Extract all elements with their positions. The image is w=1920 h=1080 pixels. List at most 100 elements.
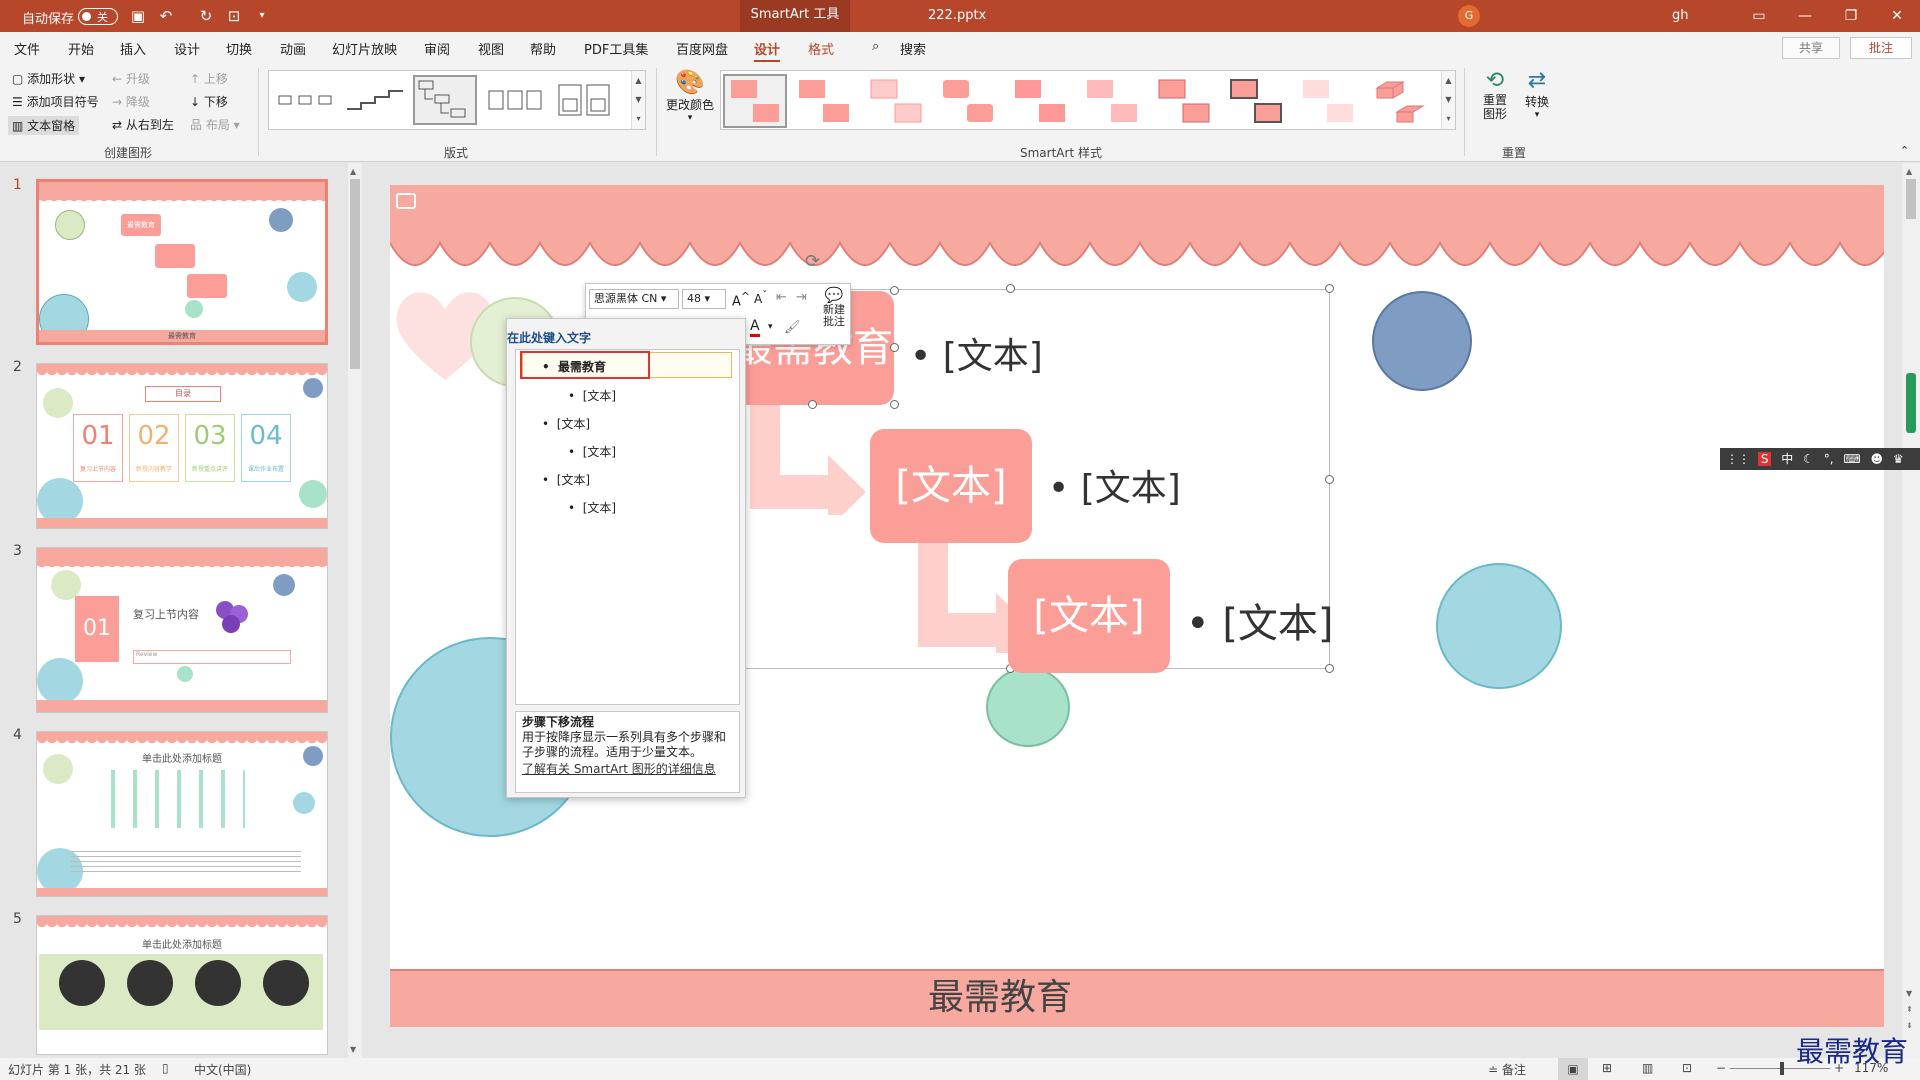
language-indicator[interactable]: 中文(中国) xyxy=(194,1061,251,1078)
style-thumb-10[interactable] xyxy=(1369,74,1433,128)
smartart-bullet-1[interactable]: • [文本] xyxy=(910,327,1043,379)
add-bullet-button[interactable]: ☰ 添加项目符号 xyxy=(12,93,99,110)
convert-button[interactable]: ⇄ 转换 ▾ xyxy=(1520,68,1554,120)
search-icon[interactable]: ⌕ xyxy=(872,39,879,54)
resize-handle[interactable] xyxy=(1325,475,1334,484)
text-pane-line[interactable]: • 最需教育 xyxy=(542,358,606,375)
sogou-icon[interactable]: S xyxy=(1757,452,1772,466)
smartart-text-pane[interactable]: 在此处键入文字 • 最需教育 • [文本] • [文本] • [文本] • [文… xyxy=(506,318,746,798)
wrench-icon[interactable]: ✎ xyxy=(1726,474,1736,488)
layout-button[interactable]: 品 布局 ▾ xyxy=(190,116,240,133)
thumbnail-scrollbar[interactable]: ▲ ▼ xyxy=(348,163,362,1058)
add-shape-button[interactable]: ▢ 添加形状 ▾ xyxy=(12,70,85,87)
text-pane-line[interactable]: • [文本] xyxy=(568,387,616,404)
tab-smartart-format[interactable]: 格式 xyxy=(808,39,834,58)
smartart-bullet-3[interactable]: • [文本] xyxy=(1186,591,1334,649)
share-button[interactable]: 共享 xyxy=(1782,37,1840,59)
minimize-icon[interactable]: — xyxy=(1782,4,1828,28)
change-colors-button[interactable]: 🎨 更改颜色 ▾ xyxy=(666,68,714,123)
tab-pdf-tools[interactable]: PDF工具集 xyxy=(584,39,648,58)
user-icon[interactable]: ☻ xyxy=(1871,452,1884,466)
keyboard-icon[interactable]: ⌨ xyxy=(1843,452,1860,466)
slideshow-icon[interactable]: ⊡ xyxy=(1682,1061,1692,1075)
slide-sorter-icon[interactable]: ⊞ xyxy=(1602,1061,1612,1075)
style-thumb-4[interactable] xyxy=(937,74,1001,128)
tab-review[interactable]: 审阅 xyxy=(424,39,450,58)
tab-slideshow[interactable]: 幻灯片放映 xyxy=(332,39,397,58)
present-icon[interactable]: ⊡ xyxy=(224,6,244,26)
style-thumb-3[interactable] xyxy=(865,74,929,128)
comments-button[interactable]: 批注 xyxy=(1850,37,1912,59)
smartart-box-2[interactable]: [文本] xyxy=(870,429,1032,543)
tab-animations[interactable]: 动画 xyxy=(280,39,306,58)
text-pane-editor[interactable]: • 最需教育 • [文本] • [文本] • [文本] • [文本] • [文本… xyxy=(515,349,740,705)
undo-icon[interactable]: ↶ xyxy=(156,6,176,26)
format-painter-icon[interactable]: 🖌 xyxy=(784,320,801,335)
slide-thumb-3[interactable]: 01 复习上节内容 Review xyxy=(36,547,328,713)
new-comment-button[interactable]: 💬 新建 批注 xyxy=(818,286,850,328)
slide-thumb-2[interactable]: 目录 01 02 03 04 复习上节内容 新授内容教学 新授重点讲评 课后作业… xyxy=(36,363,328,529)
ime-toolbar[interactable]: ⋮⋮ S 中 ☾ °, ⌨ ☻ ♛ ✎ ⇱ xyxy=(1720,448,1920,488)
tab-insert[interactable]: 插入 xyxy=(120,39,146,58)
tab-transitions[interactable]: 切换 xyxy=(226,39,252,58)
learn-more-link[interactable]: 了解有关 SmartArt 图形的详细信息 xyxy=(522,762,733,777)
resize-handle[interactable] xyxy=(890,286,899,295)
grow-font-icon[interactable]: A^ xyxy=(732,290,750,309)
zoom-slider-thumb[interactable] xyxy=(1780,1062,1784,1075)
smartart-bullet-2[interactable]: • [文本] xyxy=(1048,459,1181,511)
punctuation-icon[interactable]: °, xyxy=(1824,452,1834,466)
text-pane-line[interactable]: • [文本] xyxy=(542,415,590,432)
style-thumb-1-selected[interactable] xyxy=(723,74,787,128)
tab-file[interactable]: 文件 xyxy=(14,39,40,58)
customize-qat-icon[interactable]: ▾ xyxy=(252,6,272,26)
style-thumb-7[interactable] xyxy=(1153,74,1217,128)
font-name-select[interactable]: 思源黑体 CN ▾ xyxy=(589,289,679,309)
moon-icon[interactable]: ☾ xyxy=(1803,452,1814,466)
layout-thumb-3-selected[interactable] xyxy=(413,75,477,125)
right-to-left-button[interactable]: ⇄ 从右到左 xyxy=(112,116,174,133)
user-name[interactable]: gh xyxy=(1672,8,1689,23)
promote-button[interactable]: ← 升级 xyxy=(112,70,150,87)
layout-thumb-1[interactable] xyxy=(273,75,337,125)
style-thumb-9[interactable] xyxy=(1297,74,1361,128)
smartart-styles-gallery[interactable]: ▲ ▼ ▾ xyxy=(720,70,1456,130)
demote-button[interactable]: → 降级 xyxy=(112,93,150,110)
slide-scrollbar[interactable]: ▲ ▼ ⇞ ⇟ xyxy=(1902,163,1920,1058)
zoom-out-icon[interactable]: − xyxy=(1716,1061,1726,1075)
tab-smartart-design[interactable]: 设计 xyxy=(754,39,781,63)
style-thumb-8[interactable] xyxy=(1225,74,1289,128)
increase-indent-icon[interactable]: ⇥ xyxy=(796,290,807,305)
tab-design[interactable]: 设计 xyxy=(174,39,200,58)
slide-thumbnail-pane[interactable]: 1 最需教育 最需教育 2 目录 01 02 03 04 复习上节内容 新授内容… xyxy=(0,163,350,1058)
layout-thumb-5[interactable] xyxy=(553,75,617,125)
spellcheck-icon[interactable]: ▯ xyxy=(162,1061,169,1075)
font-color-icon[interactable]: A xyxy=(750,318,760,337)
font-color-dropdown-icon[interactable]: ▾ xyxy=(768,322,773,332)
smartart-box-3[interactable]: [文本] xyxy=(1008,559,1170,673)
scroll-thumb[interactable] xyxy=(1906,373,1916,433)
slide-footer-title[interactable]: 最需教育 xyxy=(390,969,1610,1027)
styles-gallery-scroll[interactable]: ▲ ▼ ▾ xyxy=(1441,71,1455,129)
reading-view-icon[interactable]: ▥ xyxy=(1642,1061,1653,1075)
autosave-toggle[interactable]: 关 xyxy=(78,8,118,25)
resize-handle[interactable] xyxy=(1325,284,1334,293)
text-pane-line[interactable]: • [文本] xyxy=(542,471,590,488)
normal-view-icon[interactable]: ▣ xyxy=(1558,1058,1588,1080)
layout-thumb-2[interactable] xyxy=(343,75,407,125)
tab-baidu-netdisk[interactable]: 百度网盘 xyxy=(676,39,728,58)
slide-thumb-5[interactable]: 单击此处添加标题 xyxy=(36,915,328,1055)
decrease-indent-icon[interactable]: ⇤ xyxy=(776,290,787,305)
ribbon-display-icon[interactable]: ▭ xyxy=(1736,4,1782,28)
text-pane-button[interactable]: ▥ 文本窗格 xyxy=(8,116,80,135)
avatar[interactable]: G xyxy=(1458,5,1480,27)
layout-thumb-4[interactable] xyxy=(483,75,547,125)
save-icon[interactable]: ▣ xyxy=(128,6,148,26)
expand-icon[interactable]: ⇱ xyxy=(1746,474,1756,488)
collapse-ribbon-icon[interactable]: ⌃ xyxy=(1900,144,1909,157)
style-thumb-2[interactable] xyxy=(793,74,857,128)
text-pane-line[interactable]: • [文本] xyxy=(568,443,616,460)
search-label[interactable]: 搜索 xyxy=(900,39,926,58)
layouts-gallery-scroll[interactable]: ▲ ▼ ▾ xyxy=(631,71,645,129)
shirt-icon[interactable]: ♛ xyxy=(1893,452,1904,466)
resize-handle[interactable] xyxy=(808,400,817,409)
